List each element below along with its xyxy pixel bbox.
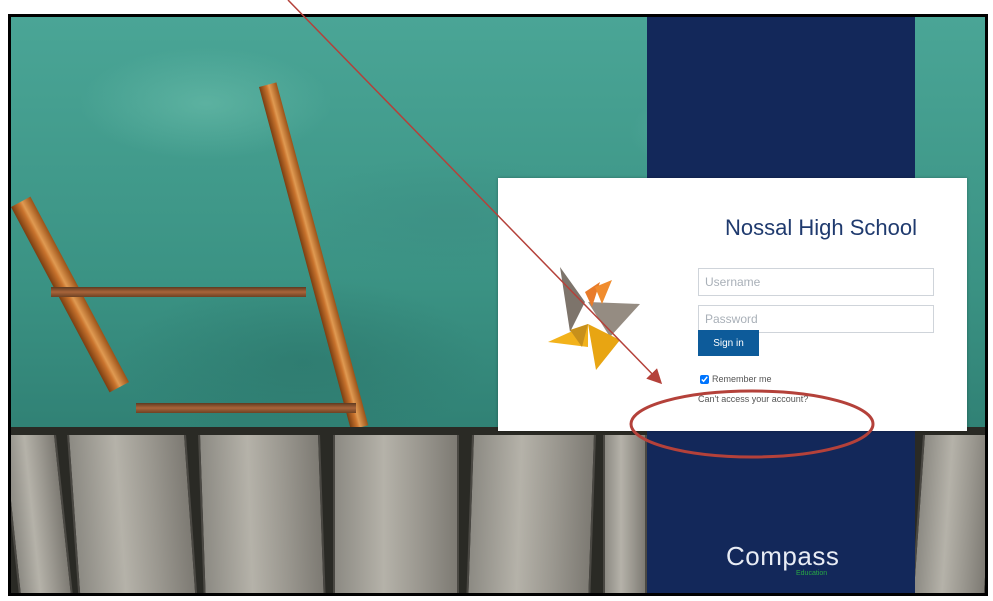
ladder-rung-top: [51, 287, 306, 297]
password-input[interactable]: [698, 305, 934, 333]
sign-in-button[interactable]: Sign in: [698, 330, 759, 356]
compass-logo-text: Compass: [726, 541, 840, 571]
school-logo: [548, 267, 640, 370]
remember-me-row[interactable]: Remember me: [700, 374, 772, 384]
dock-plank: [466, 435, 596, 593]
ladder-rung-bottom: [136, 403, 356, 413]
dock-plank: [198, 435, 326, 593]
dock-plank: [603, 435, 647, 593]
dock-plank: [911, 435, 985, 593]
remember-me-checkbox[interactable]: [700, 374, 709, 384]
compass-logo-subtitle: Education: [796, 570, 828, 577]
logo-wing-left: [560, 267, 585, 332]
dock-plank: [333, 435, 459, 593]
logo-accent-orange-2: [595, 280, 612, 304]
school-title: Nossal High School: [725, 215, 917, 240]
remember-me-label: Remember me: [712, 374, 772, 384]
dock-plank: [67, 435, 198, 593]
cant-access-account-link[interactable]: Can't access your account?: [698, 394, 808, 404]
username-input[interactable]: [698, 268, 934, 296]
